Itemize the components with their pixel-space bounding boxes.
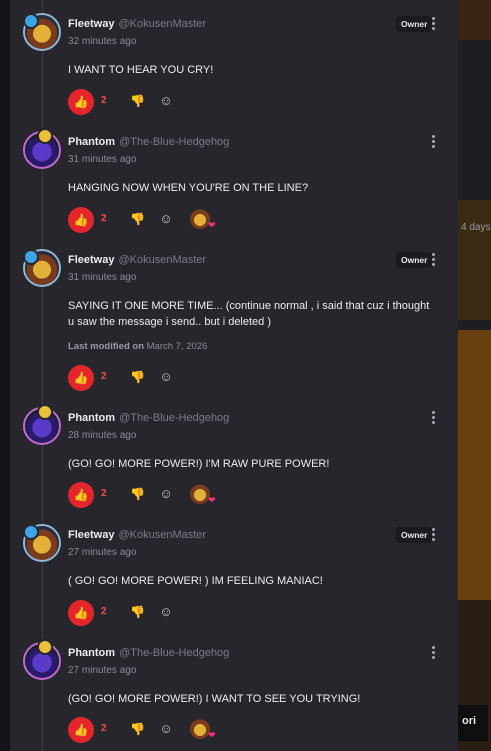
status-badge — [37, 639, 53, 655]
like-button[interactable]: 👍 — [68, 600, 94, 626]
thumbs-up-icon: 👍 — [73, 606, 89, 620]
reactor-avatar[interactable] — [190, 719, 210, 739]
backdrop-image-strip — [458, 330, 491, 600]
like-button[interactable]: 👍 — [68, 89, 94, 115]
author-handle[interactable]: @KokusenMaster — [118, 18, 206, 30]
like-count: 2 — [101, 95, 107, 106]
status-badge — [23, 13, 39, 29]
thumbs-up-icon: 👍 — [73, 488, 89, 502]
author-name[interactable]: Fleetway @KokusenMaster — [68, 529, 206, 541]
author-handle[interactable]: @The-Blue-Hedgehog — [119, 412, 229, 424]
heart-icon: ❤ — [208, 730, 216, 740]
add-reaction-icon[interactable]: ☺ — [158, 369, 174, 385]
avatar[interactable] — [23, 13, 61, 51]
author-name[interactable]: Phantom @The-Blue-Hedgehog — [68, 136, 229, 148]
reactor-avatar[interactable] — [190, 209, 210, 229]
thumbs-down-icon[interactable]: 👎 — [130, 605, 145, 619]
comment-time: 32 minutes ago — [68, 36, 137, 47]
comment-text: (GO! GO! MORE POWER!) I WANT TO SEE YOU … — [68, 693, 361, 705]
like-button[interactable]: 👍 — [68, 717, 94, 743]
backdrop-image-strip — [458, 0, 491, 40]
like-button[interactable]: 👍 — [68, 482, 94, 508]
more-options-icon[interactable] — [430, 526, 436, 544]
thumbs-up-icon: 👍 — [73, 371, 89, 385]
avatar[interactable] — [23, 404, 61, 445]
heart-icon: ❤ — [208, 495, 216, 505]
owner-badge: Owner — [396, 252, 433, 268]
like-count: 2 — [101, 723, 107, 734]
comment-text: SAYING IT ONE MORE TIME... (continue nor… — [68, 300, 430, 328]
author-handle[interactable]: @KokusenMaster — [118, 254, 206, 266]
more-options-icon[interactable] — [430, 133, 436, 151]
like-button[interactable]: 👍 — [68, 365, 94, 391]
author-name[interactable]: Fleetway @KokusenMaster — [68, 254, 206, 266]
more-options-icon[interactable] — [430, 15, 436, 33]
like-count: 2 — [101, 371, 107, 382]
heart-icon: ❤ — [208, 220, 216, 230]
avatar[interactable] — [23, 639, 61, 680]
like-button[interactable]: 👍 — [68, 207, 94, 233]
author-name[interactable]: Fleetway @KokusenMaster — [68, 18, 206, 30]
comment-time: 31 minutes ago — [68, 272, 137, 283]
comment-text: HANGING NOW WHEN YOU'RE ON THE LINE? — [68, 182, 309, 194]
comment-time: 31 minutes ago — [68, 154, 137, 165]
thumbs-up-icon: 👍 — [73, 213, 89, 227]
thumbs-up-icon: 👍 — [73, 723, 89, 737]
like-count: 2 — [101, 213, 107, 224]
last-modified: Last modified on March 7, 2026 — [68, 341, 207, 352]
owner-badge: Owner — [396, 16, 433, 32]
backdrop-label: ori — [458, 705, 488, 741]
avatar[interactable] — [23, 524, 61, 562]
status-badge — [37, 128, 53, 144]
author-handle[interactable]: @The-Blue-Hedgehog — [119, 647, 229, 659]
author-handle[interactable]: @KokusenMaster — [118, 529, 206, 541]
comment-text: I WANT TO HEAR YOU CRY! — [68, 64, 214, 76]
add-reaction-icon[interactable]: ☺ — [158, 721, 174, 737]
left-backdrop — [0, 0, 10, 751]
comment-time: 27 minutes ago — [68, 547, 137, 558]
status-badge — [37, 404, 53, 420]
comment-time: 27 minutes ago — [68, 665, 137, 676]
add-reaction-icon[interactable]: ☺ — [158, 211, 174, 227]
backdrop-timestamp: 4 days — [461, 222, 491, 233]
thumbs-down-icon[interactable]: 👎 — [130, 94, 145, 108]
author-name[interactable]: Phantom @The-Blue-Hedgehog — [68, 647, 229, 659]
owner-badge: Owner — [396, 527, 433, 543]
avatar[interactable] — [23, 249, 61, 287]
comment-text: ( GO! GO! MORE POWER! ) IM FEELING MANIA… — [68, 575, 323, 587]
modified-label: Last modified on — [68, 341, 144, 352]
comment-text: (GO! GO! MORE POWER!) I'M RAW PURE POWER… — [68, 458, 330, 470]
avatar[interactable] — [23, 128, 61, 169]
more-options-icon[interactable] — [430, 409, 436, 427]
thumbs-down-icon[interactable]: 👎 — [130, 370, 145, 384]
thumbs-up-icon: 👍 — [73, 95, 89, 109]
like-count: 2 — [101, 488, 107, 499]
thumbs-down-icon[interactable]: 👎 — [130, 722, 145, 736]
author-name[interactable]: Phantom @The-Blue-Hedgehog — [68, 412, 229, 424]
status-badge — [23, 524, 39, 540]
comment-thread-panel: Fleetway @KokusenMaster 32 minutes ago Ow… — [10, 0, 458, 751]
backdrop-image-strip — [458, 200, 491, 320]
add-reaction-icon[interactable]: ☺ — [158, 604, 174, 620]
add-reaction-icon[interactable]: ☺ — [158, 93, 174, 109]
author-handle[interactable]: @The-Blue-Hedgehog — [119, 136, 229, 148]
status-badge — [23, 249, 39, 265]
add-reaction-icon[interactable]: ☺ — [158, 486, 174, 502]
like-count: 2 — [101, 606, 107, 617]
more-options-icon[interactable] — [430, 644, 436, 662]
more-options-icon[interactable] — [430, 251, 436, 269]
right-backdrop: 4 days ori — [458, 0, 491, 751]
thumbs-down-icon[interactable]: 👎 — [130, 487, 145, 501]
comment-time: 28 minutes ago — [68, 430, 137, 441]
modified-date: March 7, 2026 — [146, 341, 208, 352]
thumbs-down-icon[interactable]: 👎 — [130, 212, 145, 226]
reactor-avatar[interactable] — [190, 484, 210, 504]
